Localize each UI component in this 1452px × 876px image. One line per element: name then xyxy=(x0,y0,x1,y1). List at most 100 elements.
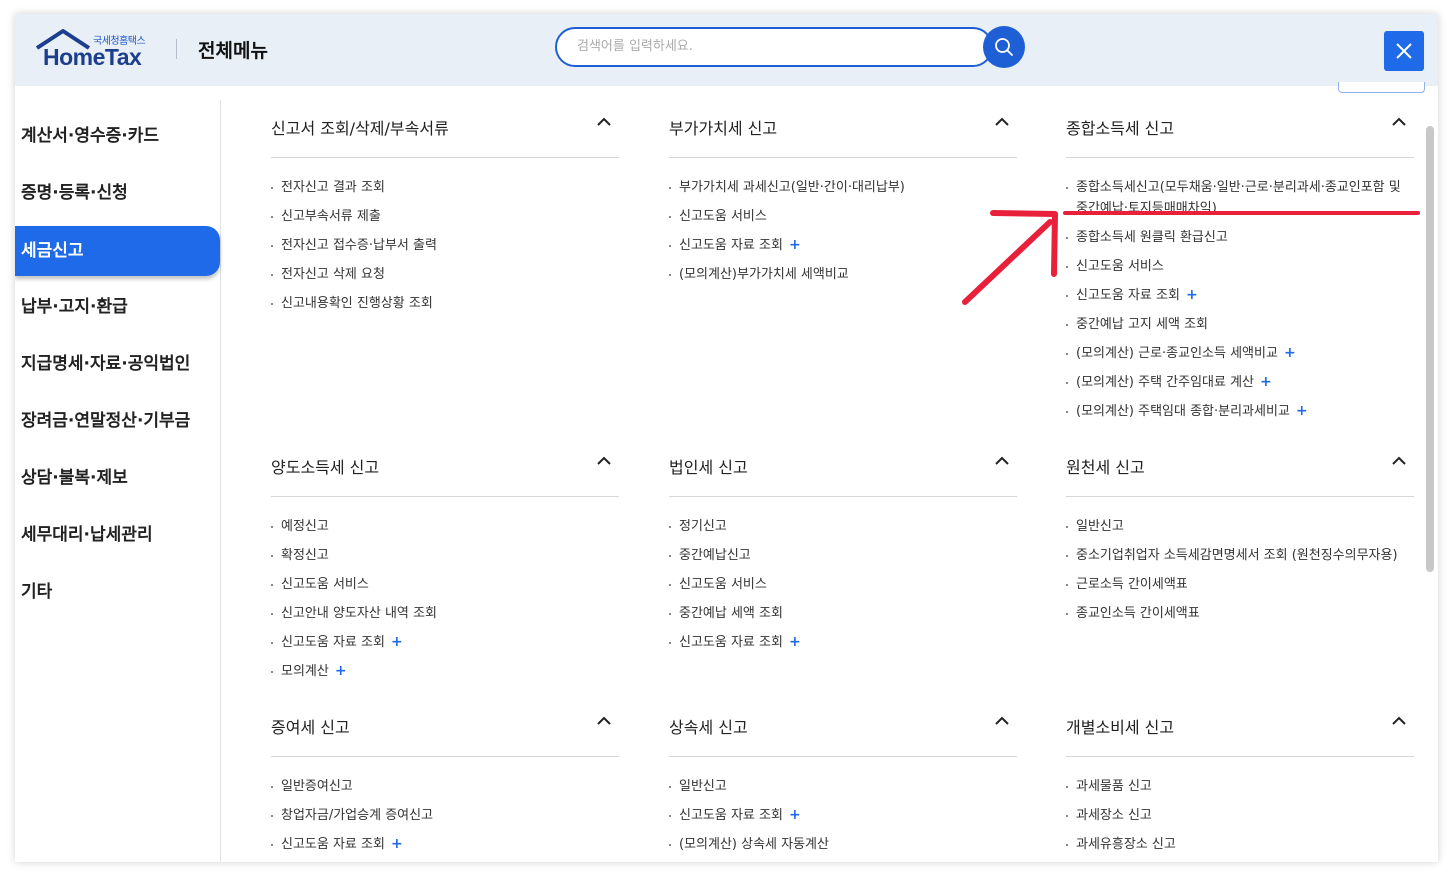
chevron-up-icon[interactable] xyxy=(1392,456,1406,466)
sidebar-item-tax-filing[interactable]: 세금신고 xyxy=(15,226,220,276)
sidebar-item-certificate[interactable]: 증명·등록·신청 xyxy=(15,168,220,218)
menu-link[interactable]: 신고도움 서비스 xyxy=(271,574,619,595)
plus-icon[interactable]: + xyxy=(1186,287,1198,303)
section-excise-tax: 개별소비세 신고 과세물품 신고 과세장소 신고 과세유흥장소 신고 xyxy=(1066,714,1414,862)
menu-link[interactable]: 과세물품 신고 xyxy=(1066,776,1414,797)
section-title: 개별소비세 신고 xyxy=(1066,718,1175,737)
close-icon xyxy=(1396,43,1412,59)
menu-link[interactable]: (모의계산)부가가치세 세액비교 xyxy=(669,264,1017,285)
search-input[interactable] xyxy=(575,38,959,55)
menu-link[interactable]: 과세장소 신고 xyxy=(1066,805,1414,826)
menu-link[interactable]: 신고도움 자료 조회 + xyxy=(1066,285,1414,306)
plus-icon[interactable]: + xyxy=(391,836,403,852)
search-icon xyxy=(995,38,1013,56)
menu-link[interactable]: (모의계산) 상속세 자동계산 xyxy=(669,834,1017,855)
menu-link[interactable]: 중소기업취업자 소득세감면명세서 조회 (원천징수의무자용) xyxy=(1066,545,1414,566)
chevron-up-icon[interactable] xyxy=(1392,117,1406,127)
section-filing-inquiry: 신고서 조회/삭제/부속서류 전자신고 결과 조회 신고부속서류 제출 전자신고… xyxy=(271,115,619,322)
plus-icon[interactable]: + xyxy=(789,237,801,253)
menu-link[interactable]: 확정신고 xyxy=(271,545,619,566)
menu-link[interactable]: 신고도움 서비스 xyxy=(669,206,1017,227)
menu-link[interactable]: (모의계산) 근로·종교인소득 세액비교 + xyxy=(1066,343,1414,364)
plus-icon[interactable]: + xyxy=(789,807,801,823)
menu-link[interactable]: 부가가치세 과세신고(일반·간이·대리납부) xyxy=(669,177,1017,198)
menu-link[interactable]: 전자신고 삭제 요청 xyxy=(271,264,619,285)
menu-link[interactable]: 과세유흥장소 신고 xyxy=(1066,834,1414,855)
section-header[interactable]: 개별소비세 신고 xyxy=(1066,714,1414,757)
search-button[interactable] xyxy=(983,26,1025,68)
section-header[interactable]: 증여세 신고 xyxy=(271,714,619,757)
chevron-up-icon[interactable] xyxy=(597,117,611,127)
chevron-up-icon[interactable] xyxy=(995,456,1009,466)
menu-link[interactable]: 신고도움 자료 조회 + xyxy=(271,632,619,653)
menu-link[interactable]: 신고도움 자료 조회 + xyxy=(271,834,619,855)
plus-icon[interactable]: + xyxy=(1260,374,1272,390)
menu-link[interactable]: 신고안내 양도자산 내역 조회 xyxy=(271,603,619,624)
menu-link[interactable]: 종교인소득 간이세액표 xyxy=(1066,603,1414,624)
section-header[interactable]: 상속세 신고 xyxy=(669,714,1017,757)
menu-link[interactable]: 신고도움 서비스 xyxy=(1066,256,1414,277)
section-header[interactable]: 부가가치세 신고 xyxy=(669,115,1017,158)
plus-icon[interactable]: + xyxy=(335,663,347,679)
chevron-up-icon[interactable] xyxy=(1392,716,1406,726)
sidebar-item-statement[interactable]: 지급명세·자료·공익법인 xyxy=(15,339,220,389)
chevron-up-icon[interactable] xyxy=(995,117,1009,127)
menu-link[interactable]: 중간예납 세액 조회 xyxy=(669,603,1017,624)
sidebar: 계산서·영수증·카드 증명·등록·신청 세금신고 납부·고지·환급 지급명세·자… xyxy=(15,100,221,862)
section-header[interactable]: 원천세 신고 xyxy=(1066,454,1414,497)
section-header[interactable]: 양도소득세 신고 xyxy=(271,454,619,497)
chevron-up-icon[interactable] xyxy=(597,716,611,726)
plus-icon[interactable]: + xyxy=(1296,403,1308,419)
menu-link[interactable]: 일반신고 xyxy=(1066,516,1414,537)
plus-icon[interactable]: + xyxy=(391,634,403,650)
menu-link[interactable]: 예정신고 xyxy=(271,516,619,537)
section-title: 증여세 신고 xyxy=(271,718,350,737)
sidebar-item-consult[interactable]: 상담·불복·제보 xyxy=(15,453,220,503)
close-button[interactable] xyxy=(1384,31,1424,71)
menu-link[interactable]: 종합소득세 원클릭 환급신고 xyxy=(1066,227,1414,248)
section-withholding: 원천세 신고 일반신고 중소기업취업자 소득세감면명세서 조회 (원천징수의무자… xyxy=(1066,454,1414,632)
menu-link[interactable]: 일반신고 xyxy=(669,776,1017,797)
menu-link[interactable]: 종합소득세신고(모두채움·일반·근로·분리과세·종교인포함 및 중간예납·토지등… xyxy=(1066,177,1414,219)
menu-link[interactable]: 정기신고 xyxy=(669,516,1017,537)
menu-link[interactable]: 신고내용확인 진행상황 조회 xyxy=(271,293,619,314)
menu-link[interactable]: 신고도움 자료 조회 + xyxy=(669,235,1017,256)
floating-tab[interactable] xyxy=(1338,82,1425,93)
section-title: 원천세 신고 xyxy=(1066,458,1145,477)
scrollbar-thumb[interactable] xyxy=(1426,126,1434,572)
menu-link[interactable]: 중간예납 고지 세액 조회 xyxy=(1066,314,1414,335)
sidebar-item-incentive[interactable]: 장려금·연말정산·기부금 xyxy=(15,396,220,446)
sidebar-item-agent[interactable]: 세무대리·납세관리 xyxy=(15,510,220,560)
section-vat: 부가가치세 신고 부가가치세 과세신고(일반·간이·대리납부) 신고도움 서비스… xyxy=(669,115,1017,293)
menu-link[interactable]: 신고도움 자료 조회 + xyxy=(669,805,1017,826)
menu-link[interactable]: (모의계산) 주택임대 종합·분리과세비교 + xyxy=(1066,401,1414,422)
menu-link[interactable]: 일반증여신고 xyxy=(271,776,619,797)
header-divider xyxy=(176,39,177,59)
section-header[interactable]: 신고서 조회/삭제/부속서류 xyxy=(271,115,619,158)
menu-link[interactable]: 모의계산 + xyxy=(271,661,619,682)
menu-link[interactable]: 신고부속서류 제출 xyxy=(271,206,619,227)
header: 국세청홈택스 HomeTax 전체메뉴 xyxy=(15,14,1438,86)
section-inheritance-tax: 상속세 신고 일반신고 신고도움 자료 조회 + (모의계산) 상속세 자동계산 xyxy=(669,714,1017,862)
menu-link[interactable]: 신고도움 자료 조회 + xyxy=(669,632,1017,653)
menu-link[interactable]: 창업자금/가업승계 증여신고 xyxy=(271,805,619,826)
chevron-up-icon[interactable] xyxy=(995,716,1009,726)
menu-link[interactable]: 신고도움 서비스 xyxy=(669,574,1017,595)
menu-link[interactable]: 전자신고 결과 조회 xyxy=(271,177,619,198)
sidebar-item-payment[interactable]: 납부·고지·환급 xyxy=(15,282,220,332)
section-header[interactable]: 법인세 신고 xyxy=(669,454,1017,497)
plus-icon[interactable]: + xyxy=(1284,345,1296,361)
page-title: 전체메뉴 xyxy=(198,40,268,62)
sidebar-item-invoice[interactable]: 계산서·영수증·카드 xyxy=(15,111,220,161)
plus-icon[interactable]: + xyxy=(789,634,801,650)
chevron-up-icon[interactable] xyxy=(597,456,611,466)
menu-link[interactable]: 근로소득 간이세액표 xyxy=(1066,574,1414,595)
menu-link[interactable]: 중간예납신고 xyxy=(669,545,1017,566)
section-title: 상속세 신고 xyxy=(669,718,748,737)
menu-link[interactable]: (모의계산) 주택 간주임대료 계산 + xyxy=(1066,372,1414,393)
section-capital-gains: 양도소득세 신고 예정신고 확정신고 신고도움 서비스 신고안내 양도자산 내역… xyxy=(271,454,619,690)
hometax-logo[interactable]: 국세청홈택스 HomeTax xyxy=(35,28,175,72)
section-header[interactable]: 종합소득세 신고 xyxy=(1066,115,1414,158)
sidebar-item-etc[interactable]: 기타 xyxy=(15,567,220,617)
menu-link[interactable]: 전자신고 접수증·납부서 출력 xyxy=(271,235,619,256)
